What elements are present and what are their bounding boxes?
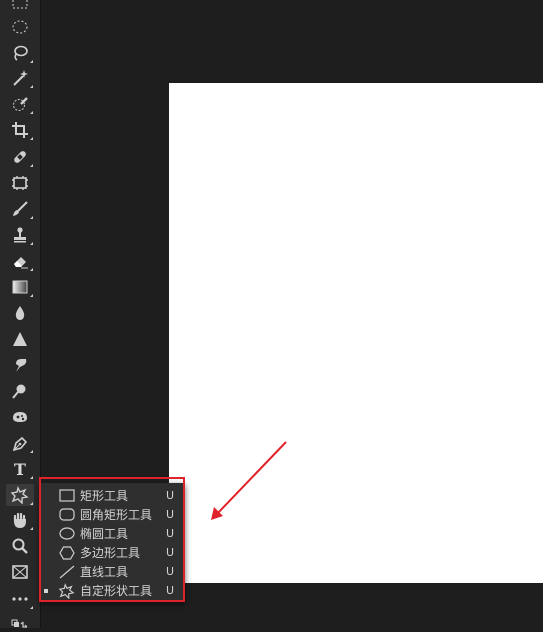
quick-selection-tool[interactable]	[6, 93, 34, 115]
zoom-tool[interactable]	[6, 535, 34, 557]
healing-brush-tool[interactable]	[6, 146, 34, 168]
clone-stamp-tool[interactable]	[6, 224, 34, 246]
type-tool-label: T	[14, 459, 26, 479]
smudge-icon	[16, 359, 27, 372]
brush-tool[interactable]	[6, 198, 34, 220]
quick-selection-icon	[13, 97, 28, 111]
marquee-icon	[12, 0, 28, 9]
hand-tool[interactable]	[6, 509, 34, 531]
hand-icon	[13, 512, 26, 528]
stamp-icon	[14, 227, 26, 243]
frame-icon	[12, 176, 28, 190]
crop-icon	[12, 122, 28, 138]
drop-icon	[15, 306, 25, 320]
blur-tool[interactable]	[6, 302, 34, 324]
eraser-icon	[14, 257, 28, 269]
swap-colors-control[interactable]	[6, 610, 34, 632]
custom-shape-tool[interactable]	[6, 484, 34, 506]
gradient-tool[interactable]	[6, 276, 34, 298]
sponge-icon	[13, 412, 27, 422]
lasso-tool[interactable]	[6, 42, 34, 64]
bandage-icon	[14, 151, 26, 163]
dodge-icon	[12, 384, 26, 399]
crop-tool[interactable]	[6, 119, 34, 141]
dodge-tool[interactable]	[6, 380, 34, 402]
ellipse-marquee-icon	[12, 20, 28, 34]
magic-wand-tool[interactable]	[6, 67, 34, 89]
sharpen-tool[interactable]	[6, 328, 34, 350]
lasso-icon	[14, 45, 28, 61]
annotation-highlight-box	[39, 477, 185, 602]
magic-wand-icon	[13, 70, 28, 86]
magnifier-icon	[12, 538, 28, 554]
gradient-icon	[12, 280, 28, 294]
tools-panel: T	[0, 0, 41, 628]
default-colors-icon	[11, 619, 28, 628]
pen-tool[interactable]	[6, 432, 34, 454]
more-tools-button[interactable]	[6, 588, 34, 610]
ellipsis-icon	[12, 597, 28, 601]
type-tool[interactable]: T	[6, 458, 34, 480]
frame-x-icon	[12, 565, 28, 579]
triangle-icon	[13, 332, 27, 346]
document-canvas[interactable]	[169, 83, 543, 583]
smudge-tool[interactable]	[6, 354, 34, 376]
brush-icon	[13, 201, 28, 216]
custom-shape-icon	[11, 486, 29, 504]
pen-icon	[12, 436, 28, 452]
rectangular-marquee-tool[interactable]	[6, 0, 34, 14]
sponge-tool[interactable]	[6, 406, 34, 428]
eraser-tool[interactable]	[6, 250, 34, 272]
frame-select-tool[interactable]	[6, 172, 34, 194]
frame-tool[interactable]	[6, 561, 34, 583]
elliptical-marquee-tool[interactable]	[6, 16, 34, 38]
